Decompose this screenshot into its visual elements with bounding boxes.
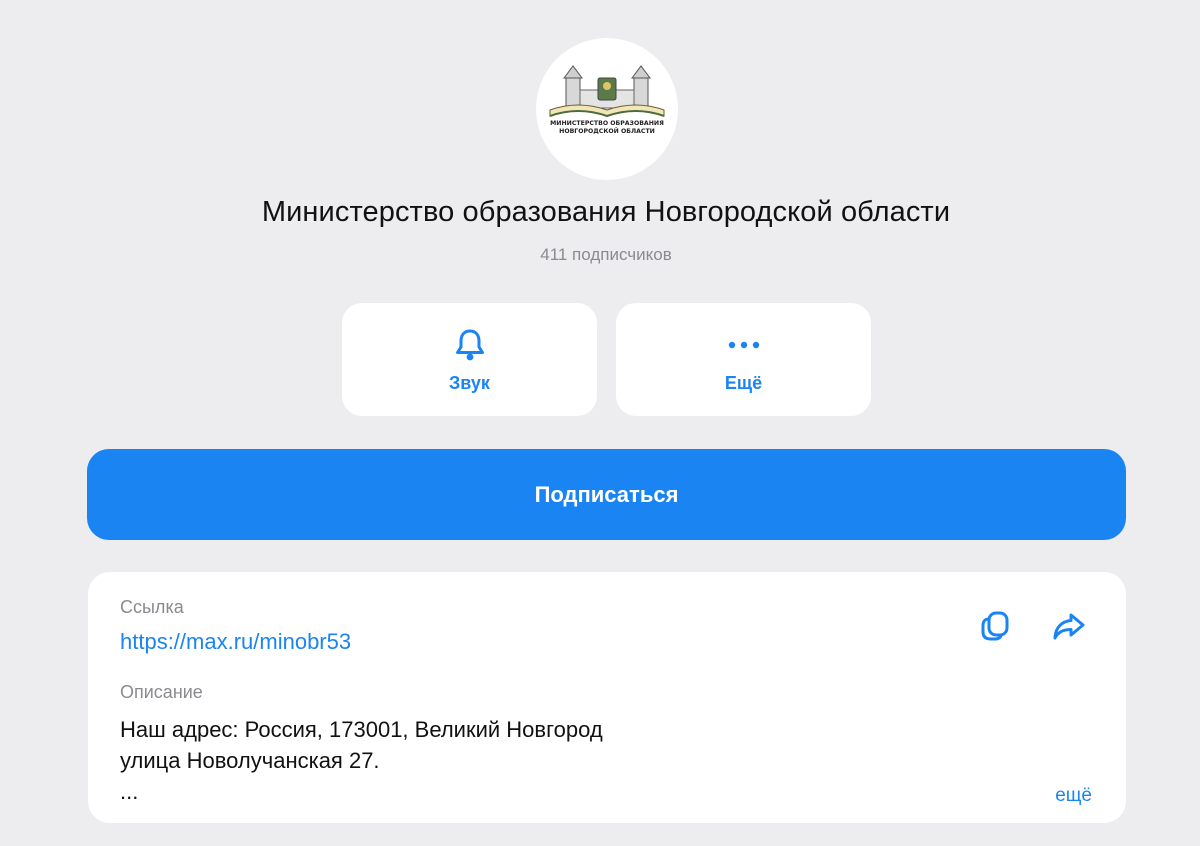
channel-avatar[interactable]: МИНИСТЕРСТВО ОБРАЗОВАНИЯ НОВГОРОДСКОЙ ОБ… xyxy=(536,38,678,180)
description-ellipsis: ... xyxy=(120,779,139,804)
ministry-logo: МИНИСТЕРСТВО ОБРАЗОВАНИЯ НОВГОРОДСКОЙ ОБ… xyxy=(549,65,665,135)
channel-info-card: Ссылка https://max.ru/minobr53 Описание … xyxy=(88,572,1126,823)
description-line: Наш адрес: Россия, 173001, Великий Новго… xyxy=(120,717,603,742)
copy-icon xyxy=(981,611,1009,641)
more-button-label: Ещё xyxy=(724,373,763,393)
subscribe-button[interactable]: Подписаться xyxy=(87,449,1126,540)
channel-link[interactable]: https://max.ru/minobr53 xyxy=(120,629,351,655)
more-button[interactable]: Ещё xyxy=(616,303,871,416)
description-text: Наш адрес: Россия, 173001, Великий Новго… xyxy=(120,714,603,807)
share-icon xyxy=(1053,613,1085,640)
subscriber-count: 411 подписчиков xyxy=(540,245,672,264)
sound-button-label: Звук xyxy=(449,373,490,393)
sound-button[interactable]: Звук xyxy=(342,303,597,416)
copy-link-button[interactable] xyxy=(975,606,1015,646)
bell-icon xyxy=(342,327,597,363)
more-dots-icon xyxy=(616,327,871,363)
logo-caption-line1: МИНИСТЕРСТВО ОБРАЗОВАНИЯ xyxy=(550,120,664,127)
logo-caption-line2: НОВГОРОДСКОЙ ОБЛАСТИ xyxy=(559,126,655,135)
description-label: Описание xyxy=(120,682,203,702)
channel-title: Министерство образования Новгородской об… xyxy=(261,196,951,228)
description-line: улица Новолучанская 27. xyxy=(120,748,380,773)
share-link-button[interactable] xyxy=(1049,606,1089,646)
description-more-link[interactable]: ещё xyxy=(1055,785,1092,807)
link-label: Ссылка xyxy=(120,597,184,617)
